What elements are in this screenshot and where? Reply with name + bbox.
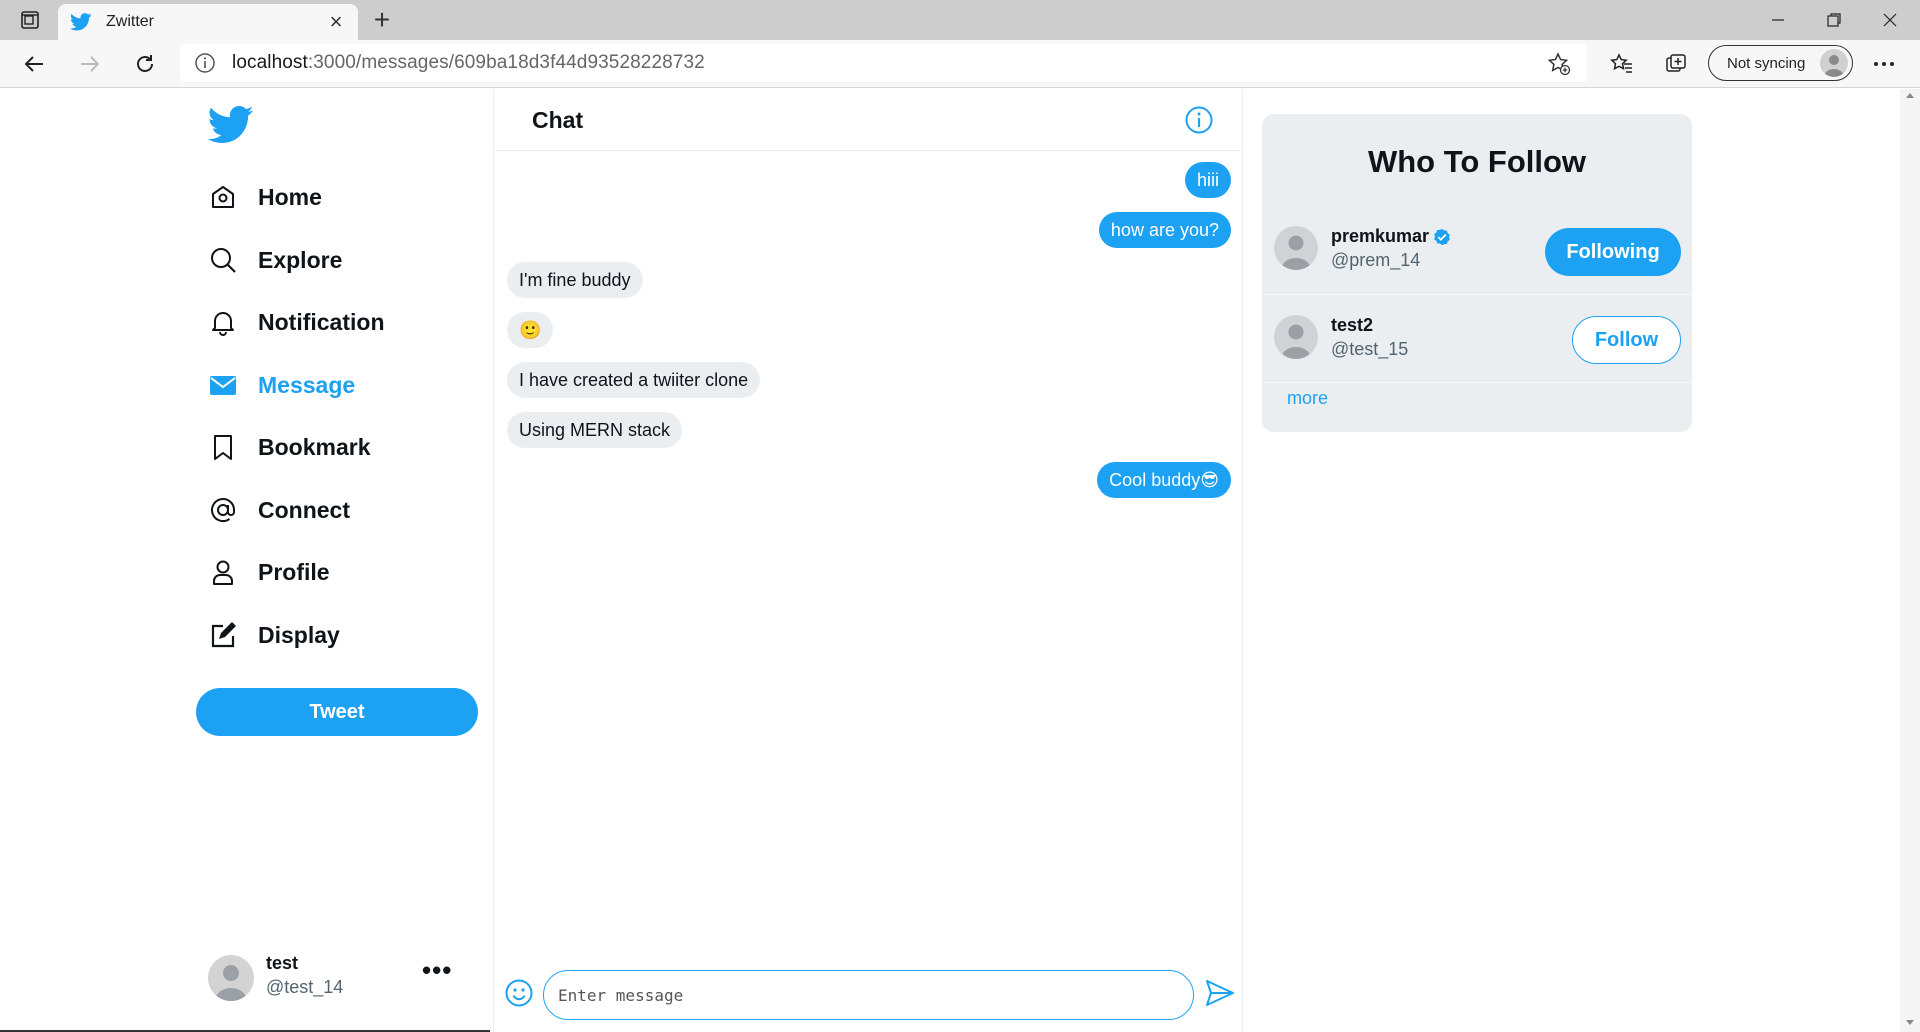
tweet-button[interactable]: Tweet: [196, 688, 478, 736]
chat-header: Chat: [494, 89, 1242, 151]
sidebar-item-label: Bookmark: [258, 433, 371, 460]
tab-close-icon[interactable]: ×: [326, 9, 346, 35]
send-icon[interactable]: [1204, 977, 1236, 1009]
app-page: Home Explore Notification Message Bookma…: [0, 89, 1900, 1032]
follow-suggestion[interactable]: premkumar @prem_14 Following: [1262, 212, 1692, 292]
collections-icon[interactable]: [1658, 46, 1694, 82]
following-button[interactable]: Following: [1545, 228, 1681, 276]
tab-title: Zwitter: [106, 13, 154, 30]
browser-navbar: localhost:3000/messages/609ba18d3f44d935…: [0, 40, 1920, 88]
twitter-logo-icon[interactable]: [208, 105, 254, 145]
who-to-follow-title: Who To Follow: [1367, 144, 1587, 179]
info-icon[interactable]: [1184, 105, 1214, 135]
add-favorite-icon[interactable]: [1547, 52, 1571, 76]
browser-tab[interactable]: Zwitter ×: [58, 4, 358, 40]
follow-suggestion[interactable]: test2 @test_15 Follow: [1262, 301, 1692, 381]
sidebar-item-notification[interactable]: Notification: [208, 300, 385, 344]
account-name: test: [266, 953, 299, 973]
scroll-up-icon[interactable]: [1905, 91, 1915, 99]
bookmark-icon: [208, 432, 238, 462]
account-switcher[interactable]: test @test_14 •••: [206, 951, 476, 1007]
avatar: [1274, 315, 1318, 359]
settings-more-icon[interactable]: [1866, 46, 1902, 82]
url-text: localhost:3000/messages/609ba18d3f44d935…: [232, 52, 705, 73]
sidebar-item-bookmark[interactable]: Bookmark: [208, 425, 370, 469]
more-link[interactable]: more: [1287, 388, 1328, 409]
divider: [1262, 382, 1692, 383]
message-input[interactable]: [543, 970, 1194, 1020]
reload-icon[interactable]: [127, 46, 163, 82]
verified-badge-icon: [1434, 228, 1450, 245]
tab-actions-icon[interactable]: [10, 6, 50, 34]
sidebar-item-label: Home: [258, 183, 322, 210]
sync-status-button[interactable]: Not syncing: [1708, 45, 1853, 81]
sidebar-item-explore[interactable]: Explore: [208, 238, 342, 282]
address-bar[interactable]: localhost:3000/messages/609ba18d3f44d935…: [180, 44, 1587, 82]
sidebar-item-message[interactable]: Message: [208, 363, 355, 407]
profile-avatar-icon: [1820, 49, 1848, 77]
message-bubble-received: I'm fine buddy: [507, 262, 643, 298]
scroll-down-icon[interactable]: [1905, 1019, 1915, 1027]
message-bubble-sent: Cool buddy😎: [1097, 462, 1231, 498]
user-icon: [208, 557, 238, 587]
message-bubble-sent: hiii: [1184, 162, 1231, 198]
at-icon: [208, 495, 238, 525]
message-bubble-sent: how are you?: [1098, 212, 1231, 248]
page-title: Chat: [532, 107, 584, 133]
browser-tabstrip: Zwitter × +: [0, 0, 1920, 40]
message-bubble-received: 🙂: [507, 312, 554, 348]
message-bubble-received: I have created a twiiter clone: [507, 362, 761, 398]
suggestion-name: premkumar: [1331, 226, 1451, 247]
chat-panel: Chat hiii how are you? I'm fine buddy 🙂 …: [493, 89, 1243, 1032]
message-bubble-received: Using MERN stack: [507, 412, 683, 448]
follow-button[interactable]: Follow: [1572, 316, 1681, 364]
divider: [1262, 294, 1692, 295]
bell-icon: [208, 307, 238, 337]
suggestion-handle: @test_15: [1331, 339, 1409, 359]
home-icon: [208, 182, 238, 212]
search-icon: [208, 245, 238, 275]
suggestion-name: test2: [1331, 315, 1374, 335]
twitter-favicon-icon: [70, 13, 92, 31]
sidebar-item-label: Explore: [258, 246, 343, 273]
page-scrollbar[interactable]: [1900, 89, 1920, 1032]
sidebar-item-label: Connect: [258, 496, 350, 523]
close-window-icon[interactable]: [1862, 0, 1918, 40]
edit-icon: [208, 620, 238, 650]
sidebar-item-label: Profile: [258, 558, 330, 585]
avatar: [208, 955, 254, 1001]
sidebar-item-label: Notification: [258, 308, 385, 335]
who-to-follow-panel: Who To Follow premkumar @prem_14 Followi…: [1262, 114, 1692, 432]
back-icon[interactable]: [16, 46, 52, 82]
sidebar-item-connect[interactable]: Connect: [208, 488, 350, 532]
sidebar-item-profile[interactable]: Profile: [208, 550, 330, 594]
favorites-icon[interactable]: [1604, 46, 1640, 82]
emoji-picker-icon[interactable]: [504, 978, 534, 1008]
suggestion-handle: @prem_14: [1331, 250, 1421, 270]
new-tab-icon[interactable]: +: [366, 4, 398, 36]
forward-icon[interactable]: [72, 46, 108, 82]
restore-icon[interactable]: [1806, 0, 1862, 40]
more-options-icon[interactable]: •••: [422, 955, 452, 986]
sync-label: Not syncing: [1727, 54, 1806, 72]
site-info-icon[interactable]: [194, 52, 216, 74]
sidebar-item-home[interactable]: Home: [208, 175, 322, 219]
sidebar-item-display[interactable]: Display: [208, 613, 340, 657]
sidebar-item-label: Display: [258, 621, 340, 648]
avatar: [1274, 226, 1318, 270]
account-handle: @test_14: [266, 977, 344, 997]
sidebar-item-label: Message: [258, 371, 356, 398]
mail-icon: [208, 370, 238, 400]
minimize-icon[interactable]: [1750, 0, 1806, 40]
